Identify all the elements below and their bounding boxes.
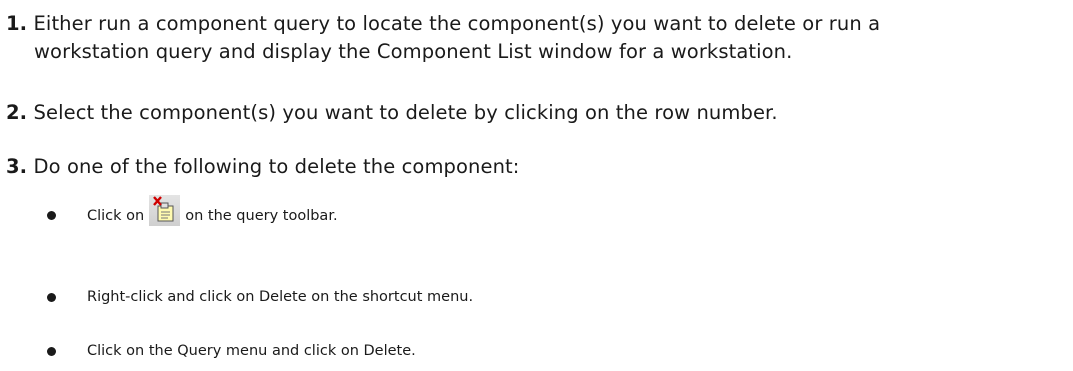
- step-2: 2. Select the component(s) you want to d…: [6, 99, 1068, 127]
- step-1: 1. Either run a component query to locat…: [6, 10, 1068, 66]
- step-text: Either run a component query to locate t…: [33, 12, 881, 35]
- bullet-dot: [47, 346, 56, 356]
- step-text: Select the component(s) you want to dele…: [33, 101, 778, 124]
- bullet-item: Right-click and click on Delete on the s…: [47, 287, 473, 307]
- step-3: 3. Do one of the following to delete the…: [6, 153, 1068, 181]
- instructions-page: 1. Either run a component query to locat…: [0, 0, 1073, 371]
- bullet-text: on the query toolbar.: [185, 207, 338, 224]
- bullet-text: Click on the Query menu and click on Del…: [87, 343, 416, 359]
- bullet-item: Click on on the query toolbar.: [47, 195, 338, 231]
- bullet-dot: [47, 292, 56, 302]
- bullet-text: Right-click and click on Delete on the s…: [87, 289, 474, 305]
- step-number: 3.: [6, 155, 28, 178]
- step-number: 2.: [6, 101, 28, 124]
- step-text: Do one of the following to delete the co…: [33, 155, 520, 178]
- step-number: 1.: [6, 12, 28, 35]
- bullet-text: Click on: [87, 207, 145, 224]
- delete-document-icon: [149, 195, 181, 226]
- bullet-item: Click on the Query menu and click on Del…: [47, 341, 416, 361]
- bullet-dot: [47, 211, 56, 220]
- step-text-continued: workstation query and display the Compon…: [34, 40, 793, 63]
